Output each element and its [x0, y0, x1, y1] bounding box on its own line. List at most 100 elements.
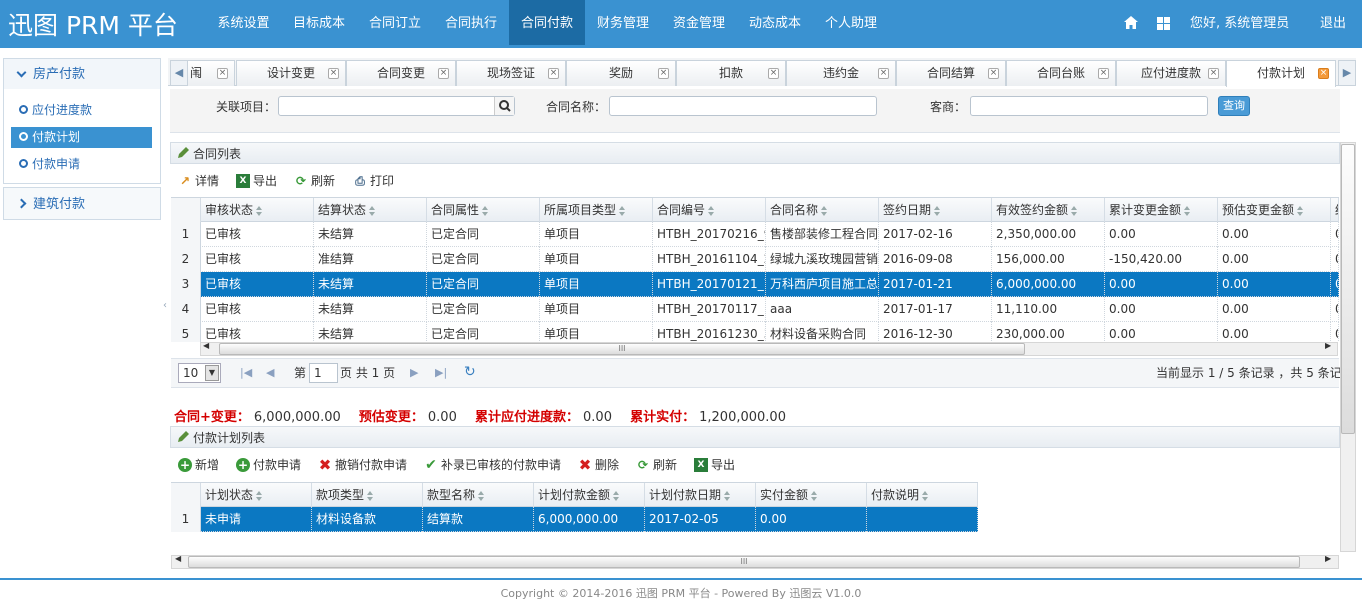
home-icon[interactable]: [1124, 16, 1138, 29]
sidebar-collapse-handle[interactable]: ‹: [163, 300, 169, 320]
nav-dynamic-cost[interactable]: 动态成本: [737, 0, 813, 45]
table-row[interactable]: 3 已审核 未结算 已定合同 单项目 HTBH_20170121_7 万科西庐项目施工总 20…: [171, 272, 1339, 297]
tab-deduction[interactable]: 扣款 ×: [676, 60, 786, 86]
sidebar-item-progress-payable[interactable]: 应付进度款: [11, 100, 152, 121]
close-icon: ×: [548, 68, 559, 79]
column-header-effective-amount[interactable]: 有效签约金额: [992, 198, 1105, 222]
scrollbar-thumb[interactable]: III: [219, 343, 1025, 355]
page-number-input[interactable]: 1: [309, 363, 338, 383]
column-header-sign-date[interactable]: 签约日期: [879, 198, 992, 222]
table-row[interactable]: 4 已审核 未结算 已定合同 单项目 HTBH_20170117_1 aaa 2017-01-…: [171, 297, 1339, 322]
table-cell: 2,350,000.00: [992, 222, 1105, 247]
column-header-contract-attr[interactable]: 合同属性: [427, 198, 540, 222]
tab-scroll-left-button[interactable]: ◀: [170, 60, 188, 86]
column-header-contract-no[interactable]: 合同编号: [653, 198, 766, 222]
supplement-request-button[interactable]: ✔ 补录已审核的付款申请: [424, 454, 561, 476]
nav-personal-assistant[interactable]: 个人助理: [813, 0, 889, 45]
user-greeting[interactable]: 您好, 系统管理员: [1190, 0, 1289, 48]
refresh-button[interactable]: ⟳ 刷新: [294, 170, 335, 192]
scroll-right-arrow-icon[interactable]: ▶: [1325, 341, 1331, 350]
sort-icon: [256, 205, 263, 216]
scroll-right-arrow-icon[interactable]: ▶: [1325, 554, 1331, 563]
column-header-total-change[interactable]: 累计变更金额: [1105, 198, 1218, 222]
nav-system-settings[interactable]: 系统设置: [206, 0, 281, 45]
tab-partial[interactable]: 闱 ×: [187, 60, 235, 86]
payment-request-button[interactable]: + 付款申请: [236, 454, 301, 476]
table-row[interactable]: 5 已审核 未结算 已定合同 单项目 HTBH_20161230_3 材料设备采购合同 201…: [171, 322, 1339, 342]
add-button[interactable]: + 新增: [178, 454, 219, 476]
contract-list-title: 合同列表: [170, 142, 1340, 164]
column-header-payment-type[interactable]: 款项类型: [312, 483, 423, 507]
contract-name-input[interactable]: [609, 96, 877, 116]
logout-link[interactable]: 退出: [1320, 0, 1346, 48]
print-button[interactable]: ⎙ 打印: [353, 170, 394, 192]
query-button[interactable]: 查询: [1218, 96, 1250, 116]
detail-button[interactable]: ↗ 详情: [178, 170, 219, 192]
tab-contract-change[interactable]: 合同变更 ×: [346, 60, 456, 86]
nav-target-cost[interactable]: 目标成本: [281, 0, 357, 45]
vendor-input[interactable]: [970, 96, 1208, 116]
column-header-estimated-change[interactable]: 预估变更金额: [1218, 198, 1331, 222]
scroll-left-arrow-icon[interactable]: ◀: [175, 554, 181, 563]
refresh-icon: ⟳: [295, 173, 307, 188]
edit-icon: [176, 430, 190, 447]
column-header-plan-amount[interactable]: 计划付款金额: [534, 483, 645, 507]
column-header-plan-date[interactable]: 计划付款日期: [645, 483, 756, 507]
cross-icon: ✖: [578, 455, 592, 474]
project-input[interactable]: [278, 96, 515, 116]
column-header-type-name[interactable]: 款型名称: [423, 483, 534, 507]
reload-icon[interactable]: ↻: [464, 364, 476, 380]
scrollbar-thumb[interactable]: III: [188, 556, 1300, 568]
column-header-paid-amount[interactable]: 实付金额: [756, 483, 867, 507]
scroll-left-arrow-icon[interactable]: ◀: [203, 341, 209, 350]
search-icon[interactable]: [494, 97, 514, 115]
tab-site-visa[interactable]: 现场签证 ×: [456, 60, 566, 86]
last-page-icon[interactable]: ▶|: [435, 366, 447, 379]
table-cell: 已定合同: [427, 297, 540, 322]
scrollbar-thumb[interactable]: [1341, 144, 1355, 434]
column-header-project-type[interactable]: 所属项目类型: [540, 198, 653, 222]
table-row[interactable]: 1 已审核 未结算 已定合同 单项目 HTBH_20170216_9 售楼部装修工程合同 20…: [171, 222, 1339, 247]
nav-contract-signing[interactable]: 合同订立: [357, 0, 433, 45]
tab-payment-plan[interactable]: 付款计划 ×: [1226, 60, 1336, 87]
table-row[interactable]: 2 已审核 准结算 已定合同 单项目 HTBH_20161104_2 绿城九溪玫瑰园营销 20…: [171, 247, 1339, 272]
nav-contract-execution[interactable]: 合同执行: [433, 0, 509, 45]
column-header-audit-status[interactable]: 审核状态: [201, 198, 314, 222]
sort-icon: [821, 205, 828, 216]
tab-contract-settlement[interactable]: 合同结算 ×: [896, 60, 1006, 86]
export-button[interactable]: X 导出: [236, 170, 277, 192]
tab-design-change[interactable]: 设计变更 ×: [236, 60, 346, 86]
close-icon: ×: [878, 68, 889, 79]
table-row[interactable]: 1 未申请 材料设备款 结算款 6,000,000.00 2017-02-05 0.00: [171, 507, 978, 532]
table-cell: 0: [1331, 247, 1339, 272]
tab-penalty[interactable]: 违约金 ×: [786, 60, 896, 86]
revoke-request-button[interactable]: ✖ 撤销付款申请: [318, 454, 407, 476]
first-page-icon[interactable]: |◀: [240, 366, 252, 379]
tab-contract-ledger[interactable]: 合同台账 ×: [1006, 60, 1116, 86]
tab-progress-payable[interactable]: 应付进度款 ×: [1116, 60, 1226, 86]
plan-export-button[interactable]: X 导出: [694, 454, 735, 476]
sidebar-group-header[interactable]: 房产付款: [4, 59, 160, 89]
close-icon: ×: [988, 68, 999, 79]
tab-reward[interactable]: 奖励 ×: [566, 60, 676, 86]
column-header-description[interactable]: 付款说明: [867, 483, 978, 507]
column-header-settle-status[interactable]: 结算状态: [314, 198, 427, 222]
next-page-icon[interactable]: ▶: [410, 366, 418, 379]
column-header-contract-name[interactable]: 合同名称: [766, 198, 879, 222]
sidebar-group-construction-payment[interactable]: 建筑付款: [3, 187, 161, 220]
chevron-down-icon[interactable]: ▼: [205, 365, 219, 381]
delete-button[interactable]: ✖ 删除: [578, 454, 619, 476]
table-cell: 2017-01-17: [879, 297, 992, 322]
table-cell: 0: [1331, 297, 1339, 322]
sidebar-item-payment-request[interactable]: 付款申请: [11, 154, 152, 175]
column-header-partial[interactable]: 结: [1331, 198, 1339, 222]
prev-page-icon[interactable]: ◀: [266, 366, 274, 379]
tab-scroll-right-button[interactable]: ▶: [1338, 60, 1356, 86]
nav-contract-payment[interactable]: 合同付款: [509, 0, 585, 45]
nav-finance[interactable]: 财务管理: [585, 0, 661, 45]
grid-icon[interactable]: [1157, 17, 1170, 30]
nav-funds[interactable]: 资金管理: [661, 0, 737, 45]
sidebar-item-payment-plan[interactable]: 付款计划: [11, 127, 152, 148]
column-header-plan-status[interactable]: 计划状态: [201, 483, 312, 507]
plan-refresh-button[interactable]: ⟳ 刷新: [636, 454, 677, 476]
